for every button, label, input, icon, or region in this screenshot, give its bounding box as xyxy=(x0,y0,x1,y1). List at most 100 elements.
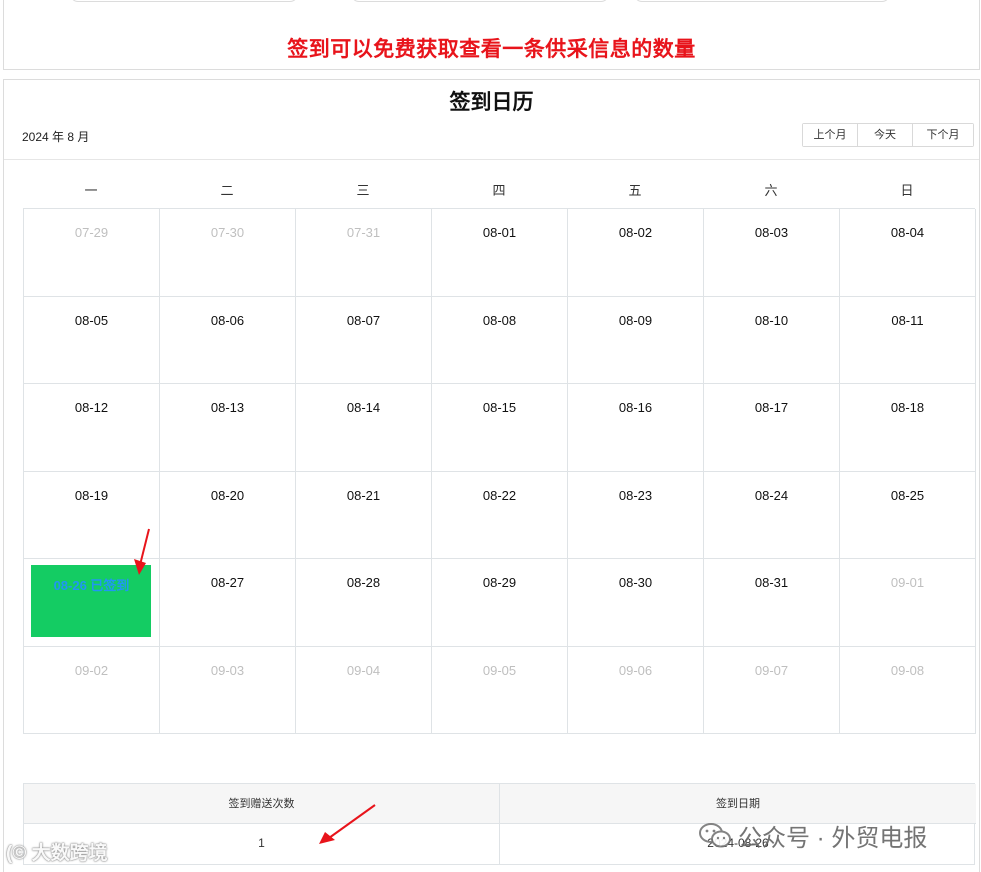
today-button[interactable]: 今天 xyxy=(858,124,913,146)
day-cell[interactable]: 08-13 xyxy=(160,384,296,472)
weekday-header-row: 一二三四五六日 xyxy=(23,180,975,200)
day-label: 08-16 xyxy=(618,400,653,415)
day-cell[interactable]: 08-27 xyxy=(160,559,296,647)
day-cell[interactable]: 08-20 xyxy=(160,471,296,559)
day-cell[interactable]: 08-04 xyxy=(840,209,976,297)
day-label: 09-02 xyxy=(74,662,109,678)
day-label: 08-03 xyxy=(754,225,789,240)
day-label: 08-24 xyxy=(754,487,789,503)
day-cell[interactable]: 08-06 xyxy=(160,296,296,384)
day-cell[interactable]: 08-07 xyxy=(296,296,432,384)
weekday-label: 二 xyxy=(220,183,234,198)
day-cell[interactable]: 08-24 xyxy=(704,471,840,559)
stats-header-count: 签到赠送次数 xyxy=(24,784,500,824)
day-cell[interactable]: 08-22 xyxy=(432,471,568,559)
day-label: 09-01 xyxy=(890,575,925,590)
day-cell[interactable]: 08-14 xyxy=(296,384,432,472)
calendar-title: 签到日历 xyxy=(449,91,534,114)
signed-indicator xyxy=(31,565,151,637)
day-cell[interactable]: 07-29 xyxy=(24,209,160,297)
day-label: 08-20 xyxy=(210,487,245,503)
day-label: 08-25 xyxy=(890,487,925,503)
day-cell[interactable]: 08-16 xyxy=(568,384,704,472)
watermark-right-text: 公众号 · 外贸电报 xyxy=(738,825,928,852)
day-cell[interactable]: 08-31 xyxy=(704,559,840,647)
current-month-label: 2024 年 8 月 xyxy=(22,130,90,144)
top-tab-pill-3[interactable] xyxy=(634,0,890,2)
day-label: 08-30 xyxy=(618,575,653,590)
day-label: 09-06 xyxy=(618,662,653,678)
day-label: 08-05 xyxy=(74,312,109,328)
day-label: 09-04 xyxy=(346,662,381,678)
watermark-left: (© 大数跨境 xyxy=(6,838,108,865)
day-label: 08-19 xyxy=(74,487,109,503)
day-label: 08-08 xyxy=(482,312,517,328)
day-cell[interactable]: 08-09 xyxy=(568,296,704,384)
day-cell[interactable]: 08-25 xyxy=(840,471,976,559)
top-tab-pill-2[interactable] xyxy=(351,0,609,2)
day-cell[interactable]: 09-01 xyxy=(840,559,976,647)
day-label: 08-07 xyxy=(346,312,381,328)
watermark-left-logo-icon: (© xyxy=(6,843,27,864)
day-cell[interactable]: 09-07 xyxy=(704,646,840,734)
day-cell[interactable]: 08-23 xyxy=(568,471,704,559)
day-cell[interactable]: 09-02 xyxy=(24,646,160,734)
day-cell[interactable]: 08-30 xyxy=(568,559,704,647)
weekday-label: 四 xyxy=(492,183,506,198)
day-cell[interactable]: 08-19 xyxy=(24,471,160,559)
top-tab-pill-1[interactable] xyxy=(70,0,298,2)
calendar-grid: 07-29 07-30 07-31 08-01 08-02 08-03 08-04 08-05… xyxy=(23,208,976,734)
day-cell[interactable]: 08-29 xyxy=(432,559,568,647)
day-label: 08-02 xyxy=(618,225,653,240)
day-cell[interactable]: 09-08 xyxy=(840,646,976,734)
day-cell[interactable]: 08-03 xyxy=(704,209,840,297)
prev-month-button[interactable]: 上个月 xyxy=(803,124,858,146)
day-label: 08-29 xyxy=(482,575,517,590)
day-cell[interactable]: 08-11 xyxy=(840,296,976,384)
day-label: 08-13 xyxy=(210,400,245,415)
day-cell[interactable]: 08-08 xyxy=(432,296,568,384)
day-label: 09-03 xyxy=(210,662,245,678)
day-label: 09-07 xyxy=(754,662,789,678)
day-label: 07-30 xyxy=(210,225,245,240)
day-label: 09-05 xyxy=(482,662,517,678)
day-cell[interactable]: 08-01 xyxy=(432,209,568,297)
day-label: 08-18 xyxy=(890,400,925,415)
day-label: 07-29 xyxy=(74,225,109,240)
watermark-right: 公众号 · 外贸电报 xyxy=(698,818,927,853)
day-cell[interactable]: 07-30 xyxy=(160,209,296,297)
day-label: 08-28 xyxy=(346,575,381,590)
top-panel: 签到可以免费获取查看一条供采信息的数量 xyxy=(3,0,980,70)
day-cell[interactable]: 08-17 xyxy=(704,384,840,472)
day-label: 09-08 xyxy=(890,662,925,678)
day-label: 08-06 xyxy=(210,312,245,328)
day-label: 08-09 xyxy=(618,312,653,328)
day-cell[interactable]: 08-15 xyxy=(432,384,568,472)
weekday-label: 六 xyxy=(764,183,778,198)
day-label: 08-04 xyxy=(890,225,925,240)
next-month-button[interactable]: 下个月 xyxy=(913,124,973,146)
day-cell[interactable]: 08-05 xyxy=(24,296,160,384)
weekday-label: 三 xyxy=(356,183,370,198)
day-cell[interactable]: 08-02 xyxy=(568,209,704,297)
day-cell[interactable]: 08-10 xyxy=(704,296,840,384)
day-cell[interactable]: 09-06 xyxy=(568,646,704,734)
day-cell[interactable]: 09-04 xyxy=(296,646,432,734)
day-label: 08-31 xyxy=(754,575,789,590)
weekday-label: 一 xyxy=(84,183,98,198)
day-label: 08-21 xyxy=(346,487,381,503)
weekday-label: 日 xyxy=(900,183,914,198)
day-cell-signed[interactable]: 08-26 已签到 xyxy=(24,559,160,647)
month-nav-group: 上个月 今天 下个月 xyxy=(802,123,974,147)
weekday-label: 五 xyxy=(628,183,642,198)
day-cell[interactable]: 08-21 xyxy=(296,471,432,559)
day-cell[interactable]: 09-05 xyxy=(432,646,568,734)
header-divider xyxy=(4,159,979,160)
day-cell[interactable]: 09-03 xyxy=(160,646,296,734)
day-cell[interactable]: 08-12 xyxy=(24,384,160,472)
day-label: 08-14 xyxy=(346,400,381,415)
day-cell[interactable]: 07-31 xyxy=(296,209,432,297)
day-cell[interactable]: 08-28 xyxy=(296,559,432,647)
day-cell[interactable]: 08-18 xyxy=(840,384,976,472)
wechat-icon xyxy=(699,822,731,847)
